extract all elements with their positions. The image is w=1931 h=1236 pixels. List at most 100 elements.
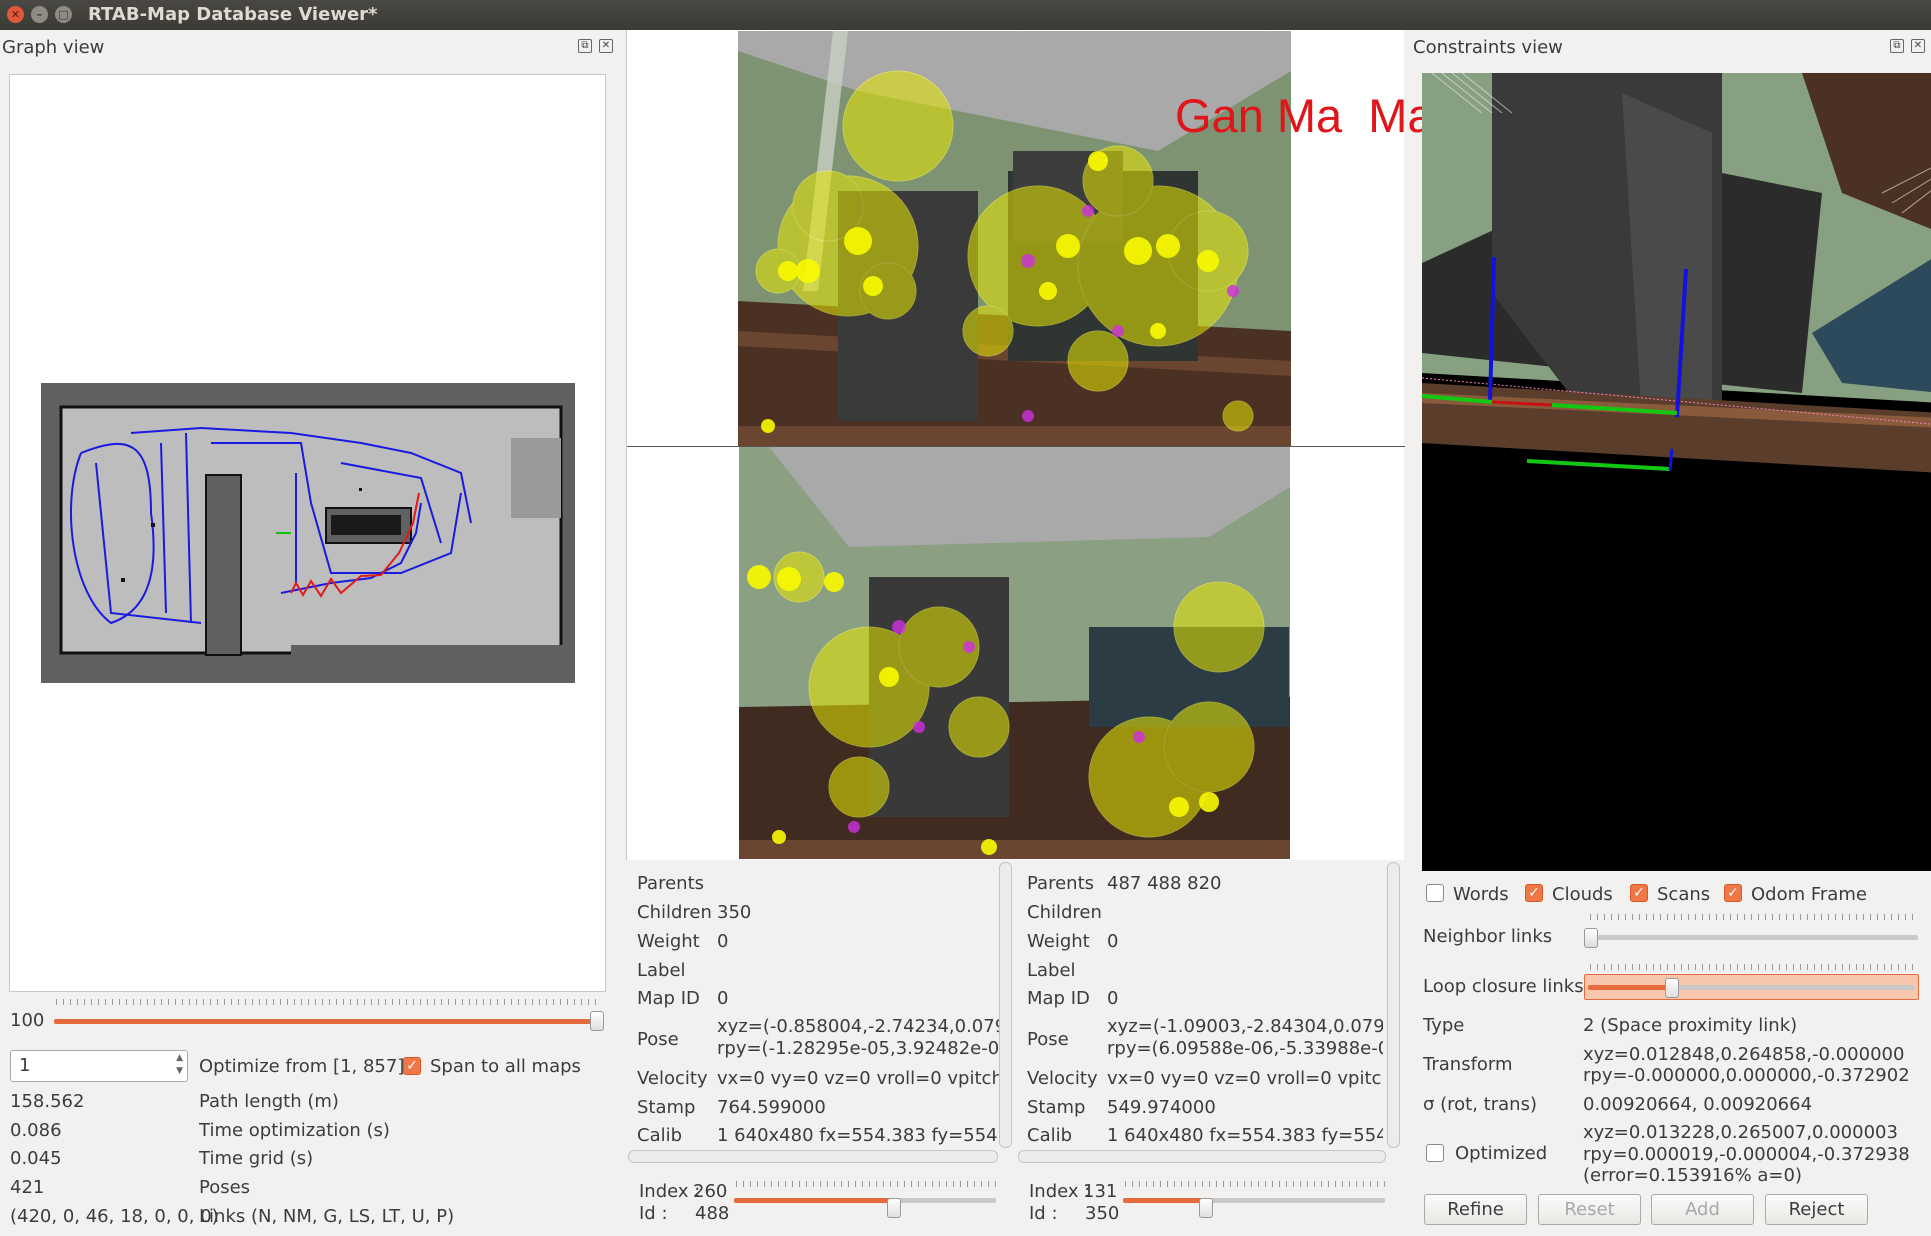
right-index-value: 131: [1083, 1181, 1118, 1202]
scans-label: Scans: [1657, 884, 1711, 905]
graph-slider-handle[interactable]: [590, 1011, 604, 1031]
path-length-value: 158.562: [10, 1091, 85, 1112]
right-index-fill: [1123, 1198, 1203, 1203]
children-value: 350: [717, 902, 752, 923]
path-length-label: Path length (m): [199, 1091, 339, 1112]
pose-xyz: xyz=(-1.09003,-2.84304,0.079999: [1107, 1016, 1383, 1037]
velocity-value: vx=0 vy=0 vz=0 vroll=0 vpitch=0 v: [717, 1068, 999, 1089]
words-label: Words: [1453, 884, 1509, 905]
label-label: Label: [637, 960, 686, 981]
right-info-hscrollbar[interactable]: [1018, 1150, 1386, 1163]
right-index-handle[interactable]: [1199, 1198, 1213, 1218]
optimized-error: (error=0.153916% a=0): [1583, 1165, 1802, 1186]
right-node-info-panel: Parents 487 488 820 Children Weight 0 La…: [1018, 862, 1388, 1152]
neighbor-links-label: Neighbor links: [1423, 926, 1553, 947]
poses-value: 421: [10, 1177, 45, 1198]
sigma-value: 0.00920664, 0.00920664: [1583, 1094, 1813, 1115]
weight-value: 0: [1107, 931, 1119, 952]
calib-label: Calib: [637, 1125, 683, 1146]
occupancy-grid-map: [41, 383, 575, 683]
optimized-xyz: xyz=0.013228,0.265007,0.000003: [1583, 1122, 1898, 1143]
transform-label: Transform: [1423, 1054, 1513, 1075]
stamp-label: Stamp: [1027, 1097, 1086, 1118]
velocity-value: vx=0 vy=0 vz=0 vroll=0 vpitch=0 v: [1107, 1068, 1383, 1089]
poses-label: Poses: [199, 1177, 251, 1198]
add-button[interactable]: Add: [1651, 1194, 1754, 1225]
neighbor-links-handle[interactable]: [1584, 928, 1598, 948]
mapid-label: Map ID: [1027, 988, 1090, 1009]
reset-button[interactable]: Reset: [1538, 1194, 1641, 1225]
stamp-value: 764.599000: [717, 1097, 826, 1118]
graph-view-title: Graph view: [2, 37, 105, 58]
parents-value: 487 488 820: [1107, 873, 1222, 894]
left-id-label: Id :: [639, 1203, 668, 1224]
mapid-value: 0: [1107, 988, 1119, 1009]
clouds-checkbox[interactable]: ✓: [1525, 884, 1543, 902]
spin-arrows-icon[interactable]: ▲ ▼: [176, 1052, 183, 1078]
optimize-from-label: Optimize from [1, 857]: [199, 1056, 405, 1077]
right-info-vscrollbar[interactable]: [1387, 862, 1400, 1148]
parents-label: Parents: [1027, 873, 1094, 894]
graph-canvas[interactable]: [9, 74, 606, 992]
pose-label: Pose: [1027, 1029, 1069, 1050]
words-checkbox[interactable]: [1426, 884, 1444, 902]
refine-button[interactable]: Refine: [1424, 1194, 1527, 1225]
float-dock-icon[interactable]: ⧉: [1890, 39, 1904, 53]
constraints-3d-view[interactable]: [1422, 73, 1931, 871]
mapid-value: 0: [717, 988, 729, 1009]
bottom-image-view[interactable]: [739, 447, 1290, 859]
type-label: Type: [1423, 1015, 1465, 1036]
optimized-checkbox[interactable]: [1426, 1144, 1444, 1162]
span-all-maps-checkbox[interactable]: ✓: [403, 1057, 421, 1075]
window-titlebar: ✕ – □ RTAB-Map Database Viewer*: [0, 0, 1931, 30]
time-opt-label: Time optimization (s): [199, 1120, 390, 1141]
clouds-label: Clouds: [1552, 884, 1613, 905]
left-info-hscrollbar[interactable]: [628, 1150, 998, 1163]
transform-xyz: xyz=0.012848,0.264858,-0.000000: [1583, 1044, 1905, 1065]
close-dock-icon[interactable]: ✕: [1911, 39, 1925, 53]
left-info-vscrollbar[interactable]: [999, 862, 1012, 1148]
time-grid-label: Time grid (s): [199, 1148, 314, 1169]
reject-button[interactable]: Reject: [1765, 1194, 1868, 1225]
left-index-label: Index :: [639, 1181, 701, 1202]
neighbor-links-slider[interactable]: [1588, 935, 1918, 940]
spinbox-value: 1: [19, 1055, 31, 1076]
label-label: Label: [1027, 960, 1076, 981]
close-window-icon[interactable]: ✕: [7, 6, 24, 23]
links-label: Links (N, NM, G, LS, LT, U, P): [199, 1206, 455, 1227]
right-index-label: Index :: [1029, 1181, 1091, 1202]
odom-frame-checkbox[interactable]: ✓: [1724, 884, 1742, 902]
time-grid-value: 0.045: [10, 1148, 62, 1169]
graph-slider-ticks: [56, 999, 596, 1005]
window-title: RTAB-Map Database Viewer*: [88, 4, 378, 25]
type-value: 2 (Space proximity link): [1583, 1015, 1798, 1036]
links-value: (420, 0, 46, 18, 0, 0, 0): [10, 1206, 219, 1227]
pose-label: Pose: [637, 1029, 679, 1050]
right-id-label: Id :: [1029, 1203, 1058, 1224]
constraints-view-title: Constraints view: [1413, 37, 1563, 58]
stamp-label: Stamp: [637, 1097, 696, 1118]
minimize-window-icon[interactable]: –: [31, 6, 48, 23]
left-index-value: 260: [693, 1181, 728, 1202]
loop-closure-handle[interactable]: [1665, 978, 1679, 998]
scans-checkbox[interactable]: ✓: [1630, 884, 1648, 902]
optimized-rpy: rpy=0.000019,-0.000004,-0.372938: [1583, 1144, 1910, 1165]
children-label: Children: [637, 902, 712, 923]
optimize-from-spinbox[interactable]: 1 ▲ ▼: [10, 1050, 188, 1082]
weight-label: Weight: [637, 931, 700, 952]
sigma-label: σ (rot, trans): [1423, 1094, 1537, 1115]
mapid-label: Map ID: [637, 988, 700, 1009]
loop-closure-fill: [1588, 985, 1670, 990]
calib-value: 1 640x480 fx=554.383 fy=554.38:: [717, 1125, 999, 1146]
pose-xyz: xyz=(-0.858004,-2.74234,0.07999: [717, 1016, 999, 1037]
float-dock-icon[interactable]: ⧉: [578, 39, 592, 53]
left-index-handle[interactable]: [887, 1198, 901, 1218]
maximize-window-icon[interactable]: □: [55, 6, 72, 23]
velocity-label: Velocity: [637, 1068, 708, 1089]
pose-rpy: rpy=(-1.28295e-05,3.92482e-06,2: [717, 1038, 999, 1059]
calib-label: Calib: [1027, 1125, 1073, 1146]
calib-value: 1 640x480 fx=554.383 fy=554.38: [1107, 1125, 1383, 1146]
close-dock-icon[interactable]: ✕: [599, 39, 613, 53]
left-index-fill: [734, 1198, 894, 1203]
left-id-value: 488: [695, 1203, 730, 1224]
